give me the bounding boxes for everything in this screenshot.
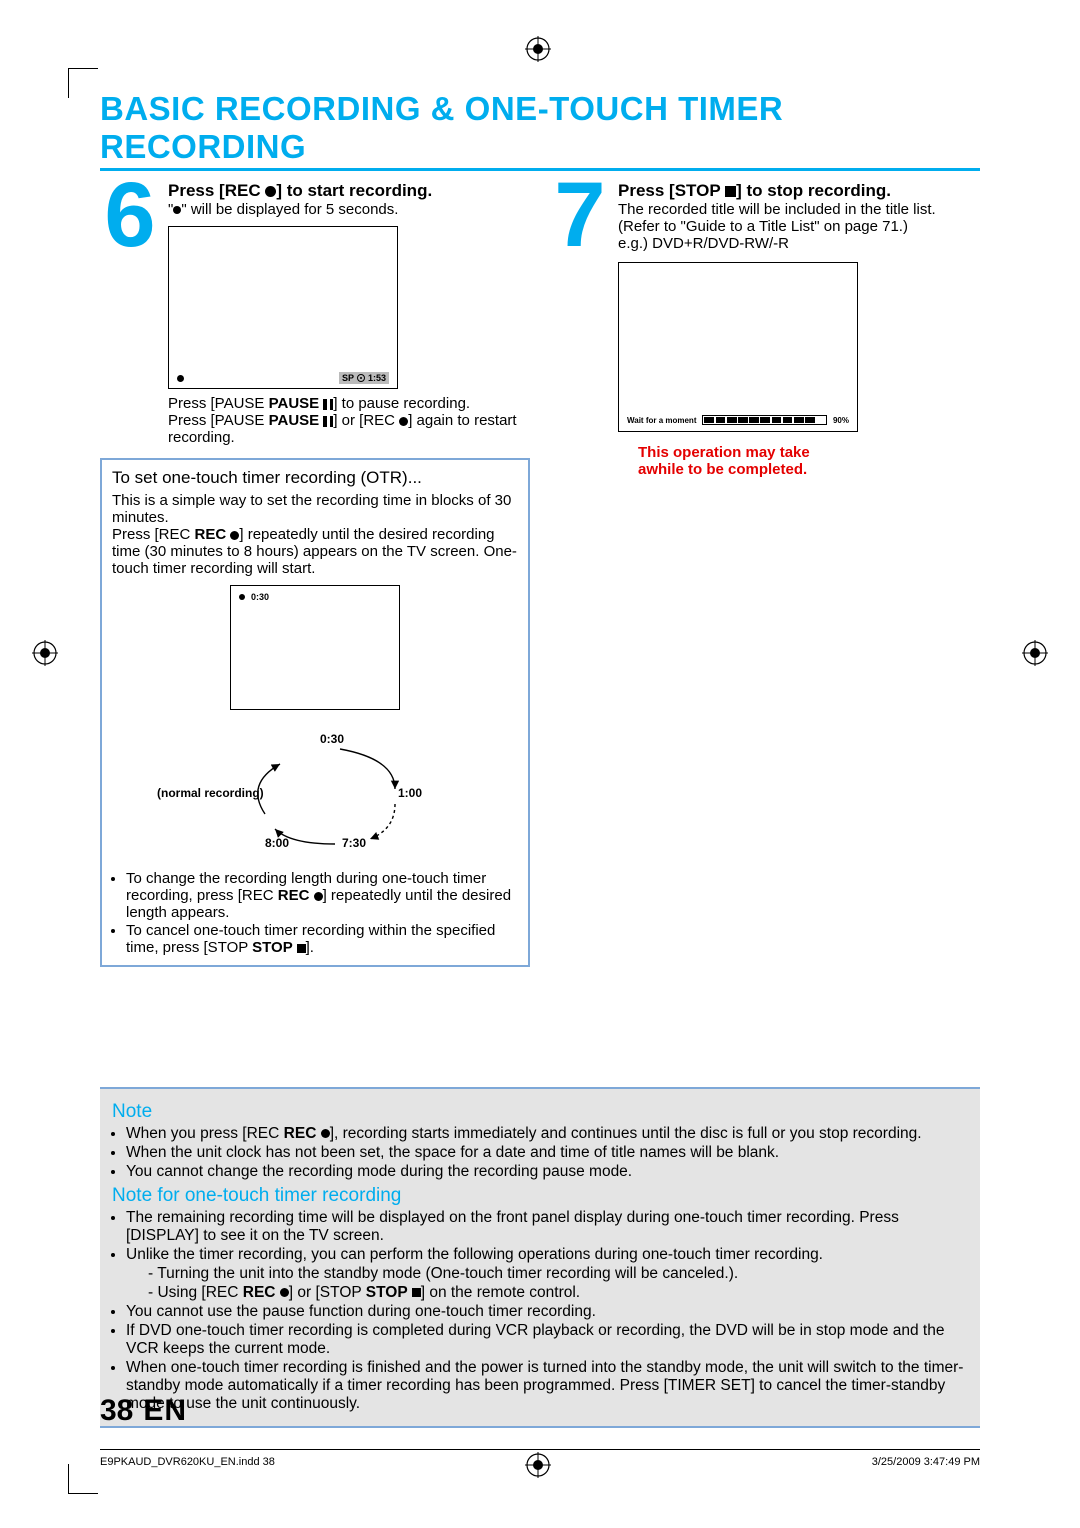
- crop-mark: [68, 1493, 98, 1494]
- record-icon: [280, 1288, 289, 1297]
- list-item: To cancel one-touch timer recording with…: [126, 922, 518, 956]
- step-7-text: e.g.) DVD+R/DVD-RW/-R: [618, 235, 980, 252]
- list-item: The remaining recording time will be dis…: [126, 1209, 968, 1245]
- otr-cycle-diagram: 0:30 1:00 7:30 8:00 (normal recording): [165, 714, 465, 864]
- cycle-label: 1:00: [398, 786, 422, 800]
- step-number-7: 7: [550, 181, 610, 478]
- otr-title: To set one-touch timer recording (OTR)..…: [112, 468, 518, 488]
- list-item: Unlike the timer recording, you can perf…: [126, 1246, 968, 1302]
- footer-file: E9PKAUD_DVR620KU_EN.indd 38: [100, 1456, 275, 1468]
- step-number-6: 6: [100, 181, 160, 389]
- step-6: 6 Press [REC ] to start recording. "" wi…: [100, 181, 530, 389]
- list-item: If DVD one-touch timer recording is comp…: [126, 1322, 968, 1358]
- notes-heading: Note: [112, 1101, 968, 1123]
- registration-mark-right: [1022, 640, 1048, 666]
- pause-instruction: Press [PAUSE PAUSE ] to pause recording.…: [168, 395, 530, 446]
- notes-box: Note When you press [REC REC ], recordin…: [100, 1087, 980, 1428]
- crop-mark: [68, 68, 69, 98]
- recording-mode-chip: SP 1:53: [339, 372, 389, 384]
- registration-mark-left: [32, 640, 58, 666]
- step-7-heading: Press [STOP ] to stop recording.: [618, 181, 980, 201]
- print-footer: E9PKAUD_DVR620KU_EN.indd 38 3/25/2009 3:…: [100, 1449, 980, 1468]
- list-item: When the unit clock has not been set, th…: [126, 1144, 968, 1162]
- otr-bullets: To change the recording length during on…: [112, 870, 518, 956]
- otr-text: Press [REC REC ] repeatedly until the de…: [112, 526, 518, 577]
- list-item: You cannot use the pause function during…: [126, 1303, 968, 1321]
- page-title: BASIC RECORDING & ONE-TOUCH TIMER RECORD…: [100, 90, 980, 171]
- stop-icon: [725, 186, 736, 197]
- registration-mark-top: [525, 36, 551, 62]
- tv-preview-step6: SP 1:53: [168, 226, 398, 389]
- crop-mark: [68, 1464, 69, 1494]
- notes-heading-2: Note for one-touch timer recording: [112, 1185, 968, 1207]
- tv-preview-otr: 0:30: [230, 585, 400, 710]
- list-item: When one-touch timer recording is finish…: [126, 1359, 968, 1413]
- step-7: 7 Press [STOP ] to stop recording. The r…: [550, 181, 980, 478]
- list-item: Using [REC REC ] or [STOP STOP ] on the …: [148, 1284, 968, 1302]
- pause-icon: [323, 416, 333, 427]
- tv-preview-step7: Wait for a moment 90%: [618, 262, 858, 432]
- step-7-text: The recorded title will be included in t…: [618, 201, 980, 235]
- cycle-label: (normal recording): [157, 786, 264, 800]
- progress-bar: [702, 415, 827, 425]
- record-icon: [265, 186, 276, 197]
- footer-timestamp: 3/25/2009 3:47:49 PM: [872, 1456, 980, 1468]
- list-item: Turning the unit into the standby mode (…: [148, 1265, 968, 1283]
- crop-mark: [68, 68, 98, 69]
- otr-box: To set one-touch timer recording (OTR)..…: [100, 458, 530, 967]
- record-icon: [399, 417, 408, 426]
- step-6-subtext: "" will be displayed for 5 seconds.: [168, 201, 530, 218]
- warning-text: This operation may takeawhile to be comp…: [638, 444, 980, 478]
- cycle-label: 7:30: [342, 836, 366, 850]
- list-item: To change the recording length during on…: [126, 870, 518, 921]
- page-number: 38 EN: [100, 1394, 187, 1428]
- pause-icon: [323, 399, 333, 410]
- cycle-label: 8:00: [265, 836, 289, 850]
- record-icon: [177, 375, 184, 382]
- stop-icon: [412, 1288, 421, 1297]
- stop-icon: [297, 944, 306, 953]
- disc-icon: [357, 374, 365, 382]
- list-item: You cannot change the recording mode dur…: [126, 1163, 968, 1181]
- record-icon: [314, 892, 323, 901]
- list-item: When you press [REC REC ], recording sta…: [126, 1125, 968, 1143]
- record-icon: [321, 1129, 330, 1138]
- cycle-label: 0:30: [320, 732, 344, 746]
- wait-label: Wait for a moment: [627, 416, 696, 425]
- step-6-heading: Press [REC ] to start recording.: [168, 181, 530, 201]
- otr-text: This is a simple way to set the recordin…: [112, 492, 518, 526]
- record-icon: [239, 594, 245, 600]
- otr-tv-time: 0:30: [251, 592, 269, 602]
- record-icon: [230, 531, 239, 540]
- progress-pct: 90%: [833, 416, 849, 425]
